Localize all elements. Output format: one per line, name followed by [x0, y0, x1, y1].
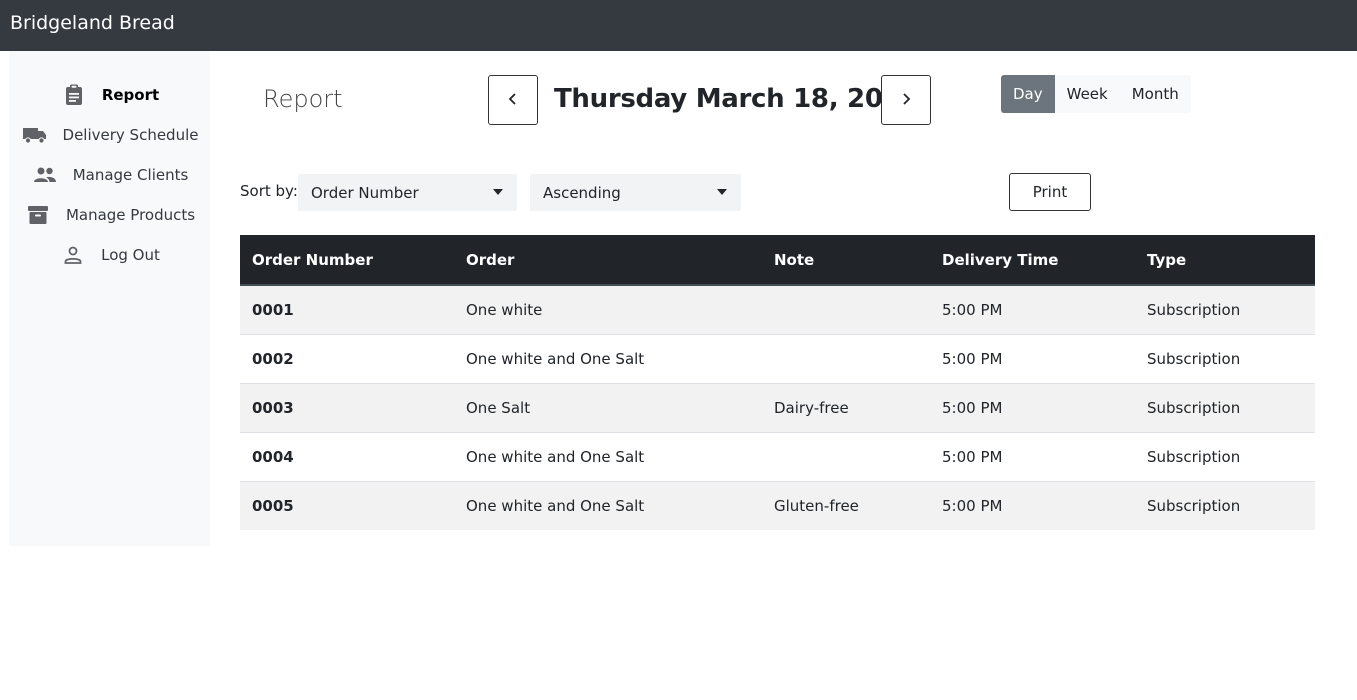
- cell-order-number: 0002: [240, 333, 454, 383]
- cell-note: Dairy-free: [762, 382, 930, 432]
- print-button[interactable]: Print: [1009, 173, 1091, 211]
- table-row[interactable]: 0002 One white and One Salt 5:00 PM Subs…: [240, 333, 1315, 383]
- cell-type: Subscription: [1135, 284, 1315, 334]
- sidebar-item-log-out[interactable]: Log Out: [9, 235, 210, 275]
- people-icon: [31, 163, 59, 187]
- cell-type: Subscription: [1135, 480, 1315, 530]
- sort-direction-select[interactable]: Ascending: [530, 174, 741, 211]
- cell-delivery-time: 5:00 PM: [930, 382, 1135, 432]
- sidebar-item-label: Report: [101, 86, 160, 104]
- view-toggle: Day Week Month: [1001, 75, 1191, 113]
- person-icon: [59, 243, 87, 267]
- current-date: Thursday March 18, 2021: [554, 84, 919, 114]
- cell-order: One white and One Salt: [454, 431, 762, 481]
- cell-order: One white and One Salt: [454, 480, 762, 530]
- cell-note: [762, 431, 930, 481]
- cell-order: One white and One Salt: [454, 333, 762, 383]
- sidebar-item-manage-products[interactable]: Manage Products: [9, 195, 210, 235]
- cell-delivery-time: 5:00 PM: [930, 431, 1135, 481]
- cell-delivery-time: 5:00 PM: [930, 480, 1135, 530]
- cell-order-number: 0003: [240, 382, 454, 432]
- view-week-button[interactable]: Week: [1055, 75, 1120, 113]
- sidebar-item-label: Log Out: [101, 246, 160, 264]
- previous-date-button[interactable]: [488, 75, 538, 125]
- cell-note: Gluten-free: [762, 480, 930, 530]
- column-header-order-number[interactable]: Order Number: [240, 235, 454, 286]
- sort-direction-value: Ascending: [543, 183, 621, 202]
- table-row[interactable]: 0003 One Salt Dairy-free 5:00 PM Subscri…: [240, 382, 1315, 432]
- chevron-left-icon: [507, 91, 519, 110]
- view-month-button[interactable]: Month: [1120, 75, 1191, 113]
- sidebar: Report Delivery Schedule Manage Clients …: [9, 51, 210, 546]
- clipboard-icon: [60, 83, 88, 107]
- column-header-type[interactable]: Type: [1135, 235, 1315, 286]
- sidebar-item-report[interactable]: Report: [9, 75, 210, 115]
- column-header-order[interactable]: Order: [454, 235, 762, 286]
- column-header-note[interactable]: Note: [762, 235, 930, 286]
- caret-down-icon: [493, 189, 503, 195]
- cell-delivery-time: 5:00 PM: [930, 333, 1135, 383]
- table-row[interactable]: 0001 One white 5:00 PM Subscription: [240, 284, 1315, 334]
- cell-type: Subscription: [1135, 431, 1315, 481]
- cell-note: [762, 284, 930, 334]
- cell-type: Subscription: [1135, 333, 1315, 383]
- cell-type: Subscription: [1135, 382, 1315, 432]
- cell-delivery-time: 5:00 PM: [930, 284, 1135, 334]
- caret-down-icon: [717, 189, 727, 195]
- chevron-right-icon: [900, 91, 912, 110]
- table-row[interactable]: 0005 One white and One Salt Gluten-free …: [240, 480, 1315, 530]
- cell-order: One white: [454, 284, 762, 334]
- next-date-button[interactable]: [881, 75, 931, 125]
- brand-title[interactable]: Bridgeland Bread: [10, 12, 175, 34]
- cell-note: [762, 333, 930, 383]
- sort-by-label: Sort by:: [240, 182, 298, 200]
- table-header-row: Order Number Order Note Delivery Time Ty…: [240, 235, 1315, 286]
- sidebar-item-delivery-schedule[interactable]: Delivery Schedule: [9, 115, 210, 155]
- sidebar-item-manage-clients[interactable]: Manage Clients: [9, 155, 210, 195]
- table-row[interactable]: 0004 One white and One Salt 5:00 PM Subs…: [240, 431, 1315, 481]
- truck-icon: [21, 123, 49, 147]
- orders-table: Order Number Order Note Delivery Time Ty…: [240, 235, 1315, 530]
- archive-icon: [24, 203, 52, 227]
- sidebar-item-label: Manage Clients: [72, 166, 189, 184]
- column-header-delivery-time[interactable]: Delivery Time: [930, 235, 1135, 286]
- cell-order: One Salt: [454, 382, 762, 432]
- cell-order-number: 0001: [240, 284, 454, 334]
- view-day-button[interactable]: Day: [1001, 75, 1055, 113]
- page-title: Report: [263, 85, 343, 113]
- sort-field-select[interactable]: Order Number: [298, 174, 517, 211]
- sidebar-item-label: Manage Products: [65, 206, 196, 224]
- cell-order-number: 0004: [240, 431, 454, 481]
- top-navbar: Bridgeland Bread: [0, 0, 1357, 51]
- sort-field-value: Order Number: [311, 183, 419, 202]
- cell-order-number: 0005: [240, 480, 454, 530]
- sidebar-item-label: Delivery Schedule: [62, 126, 199, 144]
